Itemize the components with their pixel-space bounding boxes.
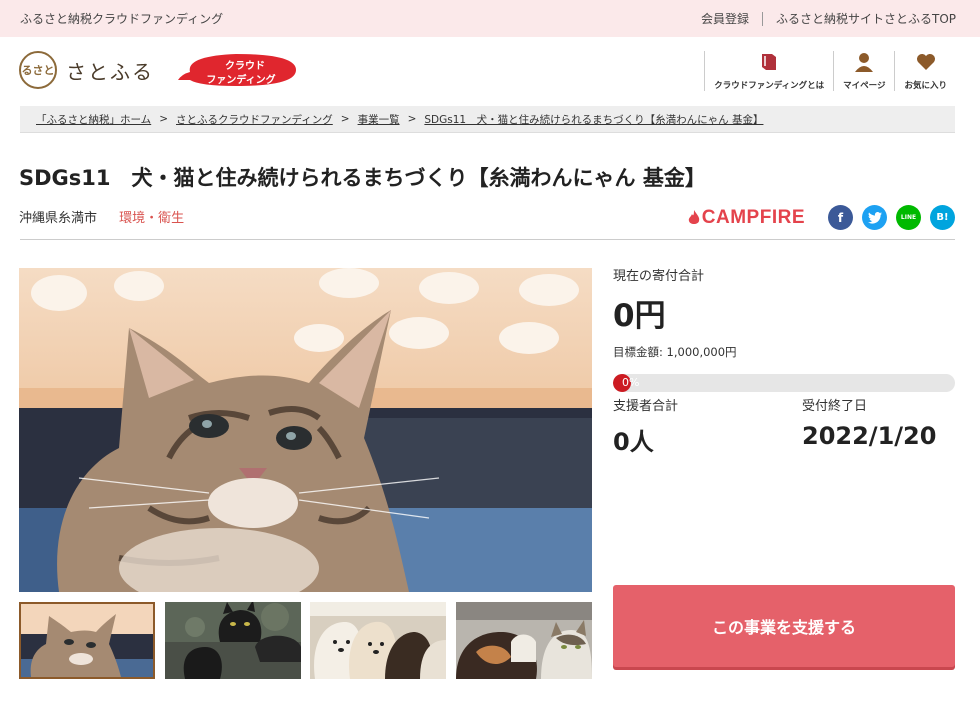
- badge-line1: クラウド: [225, 61, 265, 72]
- campfire-logo[interactable]: CAMPFIRE: [688, 207, 805, 229]
- deadline-date: 2022/1/20: [802, 422, 937, 450]
- deadline-block: 受付終了日 2022/1/20: [802, 395, 936, 450]
- nav-mypage-label: マイページ: [843, 81, 886, 91]
- user-icon: [853, 51, 875, 73]
- nav-about-label: クラウドファンディングとは: [714, 81, 825, 91]
- goal-amount: 目標金額: 1,000,000円: [613, 345, 737, 359]
- heart-icon: [915, 51, 937, 73]
- deadline-label: 受付終了日: [802, 399, 868, 414]
- facebook-share-icon[interactable]: f: [828, 205, 853, 230]
- header-nav: クラウドファンディングとは マイページ お気に入り: [704, 51, 956, 91]
- nav-favorites[interactable]: お気に入り: [894, 51, 956, 91]
- thumbnail-3[interactable]: [310, 602, 447, 679]
- member-register-link[interactable]: 会員登録: [701, 10, 749, 27]
- twitter-share-icon[interactable]: [862, 205, 887, 230]
- support-project-button[interactable]: この事業を支援する: [613, 585, 955, 667]
- book-icon: [758, 51, 780, 73]
- hatena-share-icon[interactable]: B!: [930, 205, 955, 230]
- breadcrumb-separator: >: [407, 113, 417, 125]
- supporters-count: 0人: [613, 428, 654, 456]
- thumbnail-2[interactable]: [164, 602, 301, 679]
- facebook-glyph: f: [837, 210, 844, 225]
- line-glyph: LINE: [900, 214, 917, 221]
- link-divider: [761, 11, 763, 26]
- breadcrumb: 「ふるさと納税」ホーム > さとふるクラウドファンディング > 事業一覧 > S…: [20, 106, 955, 133]
- progress-bar: 0%: [613, 374, 955, 392]
- twitter-bird: [867, 211, 882, 224]
- project-location: 沖縄県糸満市: [19, 211, 98, 226]
- photo-thumbnails: [19, 602, 592, 679]
- breadcrumb-separator: >: [159, 113, 168, 125]
- funding-stats: 現在の寄付合計 0円 目標金額: 1,000,000円 0% 支援者合計 0人 …: [613, 265, 955, 456]
- supporters-block: 支援者合計 0人: [613, 395, 678, 457]
- breadcrumb-current[interactable]: SDGs11 犬・猫と住み続けられるまちづくり【糸満わんにゃん 基金】: [424, 112, 763, 127]
- satofull-top-link[interactable]: ふるさと納税サイトさとふるTOP: [776, 10, 956, 27]
- logo-mark-text: るさと: [21, 63, 55, 77]
- breadcrumb-projects[interactable]: 事業一覧: [358, 112, 400, 127]
- breadcrumb-separator: >: [340, 113, 350, 125]
- supporters-label: 支援者合計: [613, 399, 679, 414]
- line-share-icon[interactable]: LINE: [896, 205, 921, 230]
- section-divider: [20, 239, 955, 240]
- campfire-text: CAMPFIRE: [701, 206, 805, 228]
- nav-mypage[interactable]: マイページ: [833, 51, 894, 91]
- thumb-calico-cats-photo: [455, 602, 592, 679]
- project-meta: 沖縄県糸満市 環境・衛生: [19, 207, 184, 226]
- thumbnail-1[interactable]: [19, 602, 155, 679]
- top-bar: ふるさと納税クラウドファンディング 会員登録 ふるさと納税サイトさとふるTOP: [0, 0, 980, 37]
- page-title: SDGs11 犬・猫と住み続けられるまちづくり【糸満わんにゃん 基金】: [19, 166, 706, 190]
- total-label: 現在の寄付合計: [613, 269, 705, 284]
- breadcrumb-crowdfunding[interactable]: さとふるクラウドファンディング: [176, 112, 333, 127]
- thumb-kitten-photo: [21, 604, 153, 677]
- main-project-photo: [19, 268, 592, 592]
- satofull-logo-text[interactable]: さとふる: [66, 56, 154, 85]
- crowdfunding-badge[interactable]: クラウド ファンディング: [176, 52, 298, 88]
- nav-favorites-label: お気に入り: [904, 81, 947, 91]
- share-bar: CAMPFIRE f LINE B!: [688, 205, 955, 230]
- kitten-photo: [19, 268, 592, 592]
- project-category[interactable]: 環境・衛生: [119, 211, 184, 226]
- nav-about-crowdfunding[interactable]: クラウドファンディングとは: [704, 51, 833, 91]
- total-amount: 0円: [613, 298, 666, 334]
- hatena-glyph: B!: [936, 212, 949, 223]
- satofull-logo-mark[interactable]: るさと: [19, 51, 57, 89]
- site-label: ふるさと納税クラウドファンディング: [20, 12, 224, 26]
- site-header: るさと さとふる クラウド ファンディング クラウドファンディングとは マイペー…: [0, 37, 980, 102]
- top-links: 会員登録 ふるさと納税サイトさとふるTOP: [701, 10, 956, 27]
- breadcrumb-home[interactable]: 「ふるさと納税」ホーム: [36, 112, 151, 127]
- thumbnail-4[interactable]: [455, 602, 592, 679]
- progress-percent: 0%: [622, 376, 640, 389]
- flame-icon: [688, 209, 699, 224]
- thumb-puppies-photo: [310, 602, 447, 679]
- badge-line2: ファンディング: [206, 75, 276, 86]
- thumb-black-cats-photo: [164, 602, 301, 679]
